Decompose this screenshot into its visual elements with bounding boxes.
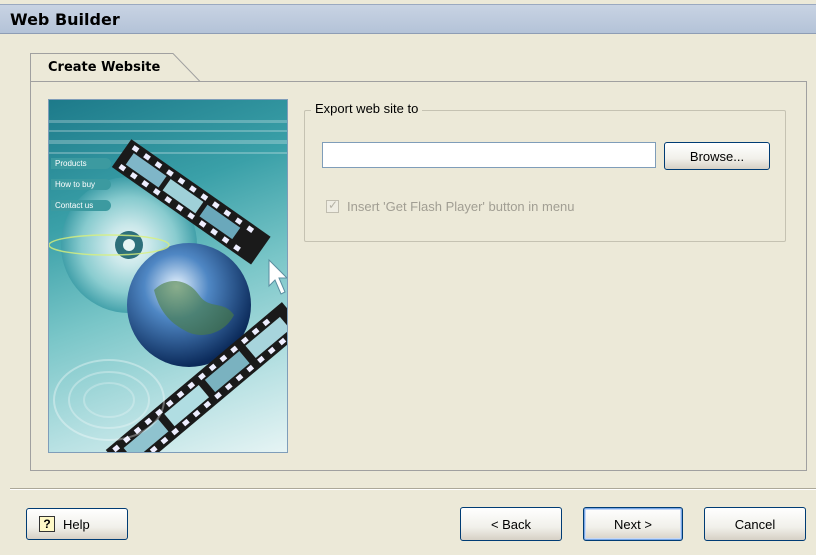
- flash-player-checkbox-row[interactable]: ✓ Insert 'Get Flash Player' button in me…: [326, 198, 575, 214]
- cancel-button[interactable]: Cancel: [704, 507, 806, 541]
- flash-player-checkbox-label: Insert 'Get Flash Player' button in menu: [347, 198, 575, 214]
- hero-image: Products How to buy Contact us: [48, 99, 288, 453]
- hero-menu-item: How to buy: [51, 179, 111, 190]
- browse-button[interactable]: Browse...: [664, 142, 770, 170]
- check-mark-icon: ✓: [328, 197, 339, 212]
- export-groupbox-label: Export web site to: [311, 101, 423, 116]
- help-button-label: Help: [63, 516, 90, 532]
- help-button[interactable]: ? Help: [26, 508, 128, 540]
- tab-create-website[interactable]: Create Website: [30, 52, 201, 83]
- back-button[interactable]: < Back: [460, 507, 562, 541]
- hero-menu-item: Products: [51, 158, 111, 169]
- export-groupbox: [304, 110, 786, 242]
- hero-menu: Products How to buy Contact us: [51, 158, 111, 211]
- export-path-input[interactable]: [322, 142, 656, 168]
- title-bar: Web Builder: [0, 4, 819, 34]
- footer-separator: [10, 488, 819, 490]
- hero-menu-item: Contact us: [51, 200, 111, 211]
- window-title: Web Builder: [10, 10, 120, 29]
- flash-player-checkbox[interactable]: ✓: [326, 197, 339, 213]
- next-button[interactable]: Next >: [583, 507, 683, 541]
- question-mark-icon: ?: [39, 516, 55, 532]
- tab-label: Create Website: [48, 60, 161, 75]
- film-globe-illustration: [49, 120, 287, 452]
